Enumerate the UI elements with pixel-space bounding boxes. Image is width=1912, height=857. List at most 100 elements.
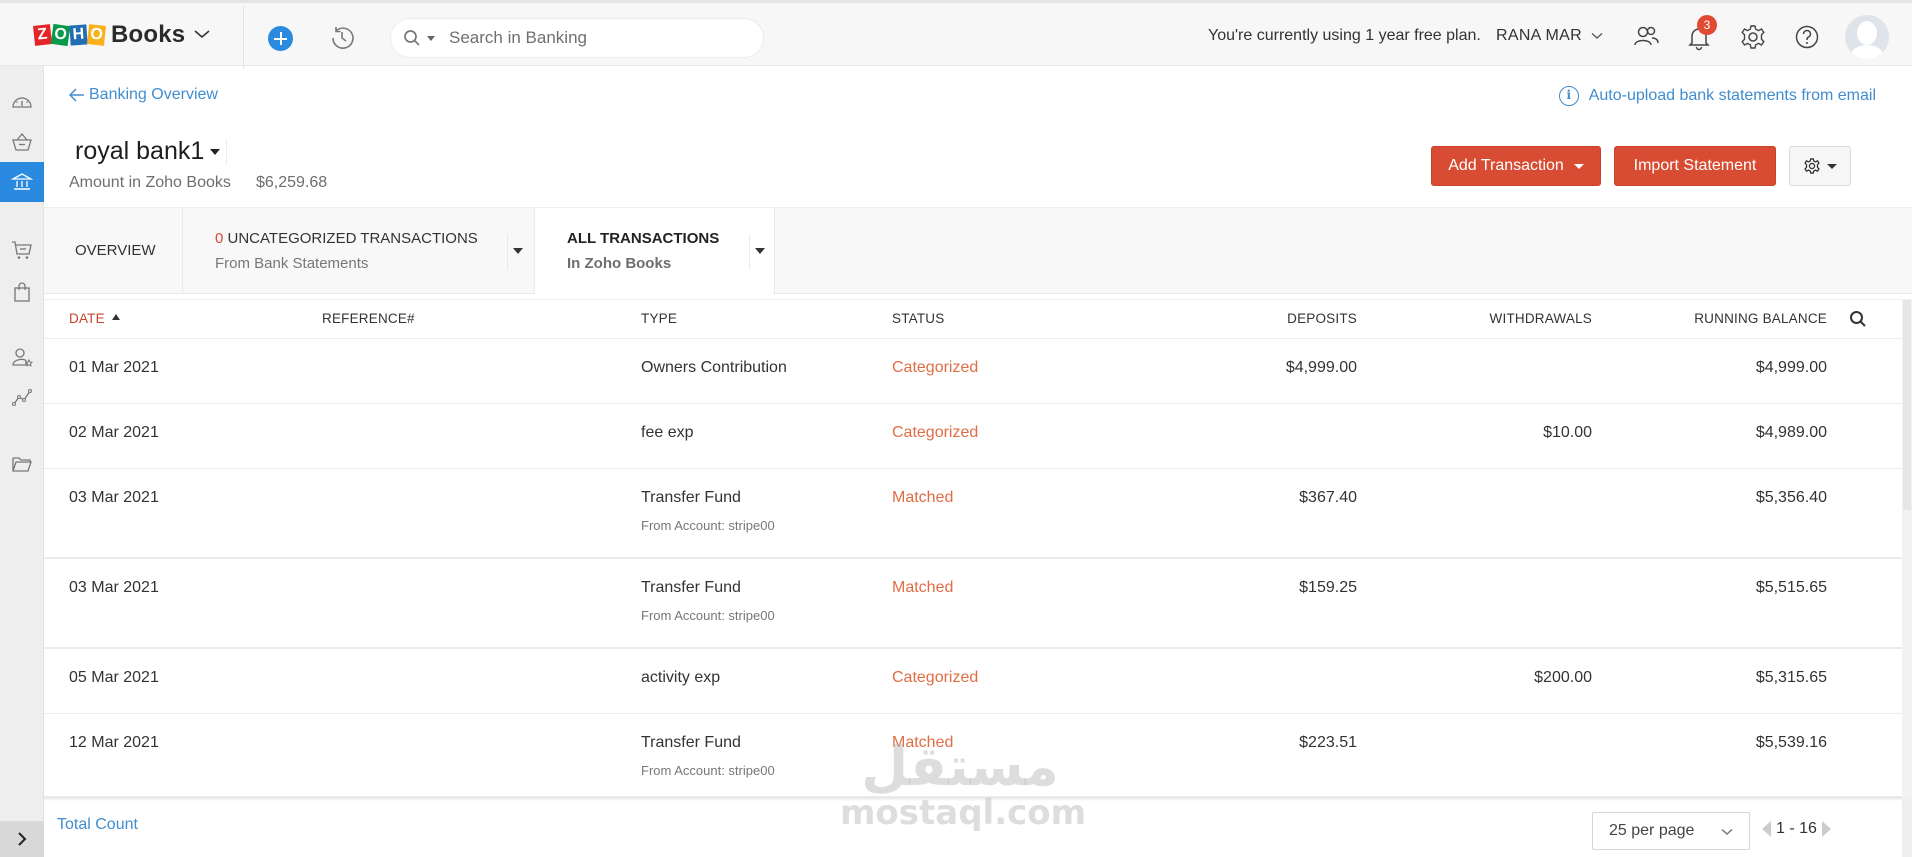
sidebar-item-banking[interactable] xyxy=(0,162,44,202)
column-header-running-balance[interactable]: RUNNING BALANCE xyxy=(1694,311,1827,326)
table-row[interactable]: 03 Mar 2021 Transfer Fund Matched $159.25 $5… xyxy=(44,559,1902,649)
user-star-icon xyxy=(12,348,33,367)
import-statement-label: Import Statement xyxy=(1633,157,1757,174)
sidebar-item-documents[interactable] xyxy=(0,444,44,484)
pagination: 1 - 16 xyxy=(1762,820,1831,838)
search-scope-caret-icon[interactable] xyxy=(427,35,435,41)
chart-icon xyxy=(12,389,32,406)
chevron-down-icon xyxy=(1721,828,1733,836)
tab-all-transactions[interactable]: ALL TRANSACTIONS In Zoho Books xyxy=(535,208,775,295)
sidebar-item-purchases[interactable] xyxy=(0,272,44,312)
notification-badge: 3 xyxy=(1697,15,1717,35)
chevron-right-icon xyxy=(18,832,27,846)
sidebar-expand-button[interactable] xyxy=(0,821,44,857)
per-page-value: 25 per page xyxy=(1609,822,1695,839)
column-header-reference[interactable]: REFERENCE# xyxy=(322,311,415,326)
search-box[interactable] xyxy=(390,18,764,58)
sidebar xyxy=(0,66,44,857)
sidebar-item-reports[interactable] xyxy=(0,377,44,417)
history-icon[interactable] xyxy=(328,24,356,52)
tab-overview-label: OVERVIEW xyxy=(75,242,156,259)
per-page-select[interactable]: 25 per page xyxy=(1592,812,1750,850)
column-header-withdrawals[interactable]: WITHDRAWALS xyxy=(1490,311,1592,326)
tab-subtitle: In Zoho Books xyxy=(567,255,672,272)
cell-date: 05 Mar 2021 xyxy=(69,669,159,686)
table-row[interactable]: 01 Mar 2021 Owners Contribution Categorize… xyxy=(44,339,1902,404)
gear-icon xyxy=(1804,158,1820,174)
add-transaction-button[interactable]: Add Transaction xyxy=(1431,146,1601,186)
organization-name[interactable]: RANA MAR xyxy=(1496,27,1582,45)
divider xyxy=(243,6,244,69)
table-row[interactable]: 12 Mar 2021 Transfer Fund Matched $223.51 $5… xyxy=(44,714,1902,797)
sidebar-item-accountant[interactable] xyxy=(0,337,44,377)
settings-dropdown-button[interactable] xyxy=(1789,146,1851,186)
cell-running-balance: $4,999.00 xyxy=(1755,359,1827,376)
cell-status: Matched xyxy=(892,489,954,506)
caret-down-icon[interactable] xyxy=(513,248,523,254)
cell-type: activity exp xyxy=(641,669,721,686)
cell-type-detail: From Account: stripe00 xyxy=(641,518,775,533)
caret-down-icon xyxy=(1827,163,1837,169)
cell-deposits: $367.40 xyxy=(1299,489,1357,506)
bank-icon xyxy=(11,173,33,190)
next-page-icon[interactable] xyxy=(1821,821,1831,837)
search-input[interactable] xyxy=(449,28,729,48)
chevron-down-icon[interactable] xyxy=(193,28,211,40)
cell-status: Categorized xyxy=(892,359,979,376)
cell-withdrawals: $10.00 xyxy=(1543,424,1592,441)
gear-icon[interactable] xyxy=(1739,23,1767,51)
cell-status: Matched xyxy=(892,734,954,751)
plan-text: You're currently using 1 year free plan. xyxy=(1208,27,1481,44)
total-count-link[interactable]: Total Count xyxy=(57,816,138,834)
help-icon[interactable] xyxy=(1793,23,1821,51)
cell-type: fee exp xyxy=(641,424,694,441)
back-link-label: Banking Overview xyxy=(89,86,218,103)
import-statement-button[interactable]: Import Statement xyxy=(1614,146,1776,186)
tab-title: ALL TRANSACTIONS xyxy=(567,230,720,247)
column-header-status[interactable]: STATUS xyxy=(892,311,944,326)
add-transaction-label: Add Transaction xyxy=(1448,157,1564,174)
caret-down-icon[interactable] xyxy=(755,248,765,254)
caret-down-icon xyxy=(1573,163,1584,169)
logo-letter: Z xyxy=(33,24,52,46)
table-row[interactable]: 03 Mar 2021 Transfer Fund Matched $367.40 $5… xyxy=(44,469,1902,559)
previous-page-icon[interactable] xyxy=(1762,821,1771,837)
cart-icon xyxy=(12,241,32,259)
cell-deposits: $4,999.00 xyxy=(1285,359,1357,376)
tab-overview[interactable]: OVERVIEW xyxy=(44,208,183,294)
account-switcher[interactable]: royal bank1 xyxy=(75,137,228,166)
cell-date: 02 Mar 2021 xyxy=(69,424,159,441)
date-header-label: DATE xyxy=(69,311,105,326)
table-row[interactable]: 05 Mar 2021 activity exp Categorized $200.0… xyxy=(44,649,1902,714)
auto-upload-link[interactable]: i Auto-upload bank statements from email xyxy=(1558,86,1876,106)
quick-create-button[interactable] xyxy=(268,26,293,51)
zoho-books-logo[interactable]: Z O H O Books xyxy=(33,20,185,50)
avatar[interactable] xyxy=(1845,15,1889,59)
bag-icon xyxy=(14,282,30,302)
cell-date: 01 Mar 2021 xyxy=(69,359,159,376)
table-row[interactable]: 02 Mar 2021 fee exp Categorized $10.00 $4,98… xyxy=(44,404,1902,469)
column-header-deposits[interactable]: DEPOSITS xyxy=(1287,311,1357,326)
column-header-date[interactable]: DATE xyxy=(69,311,120,326)
sidebar-item-sales[interactable] xyxy=(0,230,44,270)
scrollbar-thumb[interactable] xyxy=(1903,300,1911,510)
tab-uncategorized-transactions[interactable]: 0 UNCATEGORIZED TRANSACTIONS From Bank S… xyxy=(183,208,535,294)
cell-status: Categorized xyxy=(892,669,979,686)
cell-running-balance: $4,989.00 xyxy=(1755,424,1827,441)
divider xyxy=(749,234,750,270)
arrow-left-icon xyxy=(69,88,84,102)
chevron-down-icon[interactable] xyxy=(1591,32,1603,40)
cell-withdrawals: $200.00 xyxy=(1534,669,1592,686)
banking-overview-link[interactable]: Banking Overview xyxy=(69,86,218,104)
users-icon[interactable] xyxy=(1632,23,1660,51)
tab-subtitle: From Bank Statements xyxy=(215,255,369,272)
cell-date: 12 Mar 2021 xyxy=(69,734,159,751)
caret-down-icon xyxy=(210,148,221,155)
cell-deposits: $159.25 xyxy=(1299,579,1357,596)
cell-type: Owners Contribution xyxy=(641,359,787,376)
sidebar-item-dashboard[interactable] xyxy=(0,82,44,122)
sidebar-item-items[interactable] xyxy=(0,122,44,162)
search-icon[interactable] xyxy=(1849,310,1867,328)
cell-running-balance: $5,515.65 xyxy=(1755,579,1827,596)
column-header-type[interactable]: TYPE xyxy=(641,311,677,326)
